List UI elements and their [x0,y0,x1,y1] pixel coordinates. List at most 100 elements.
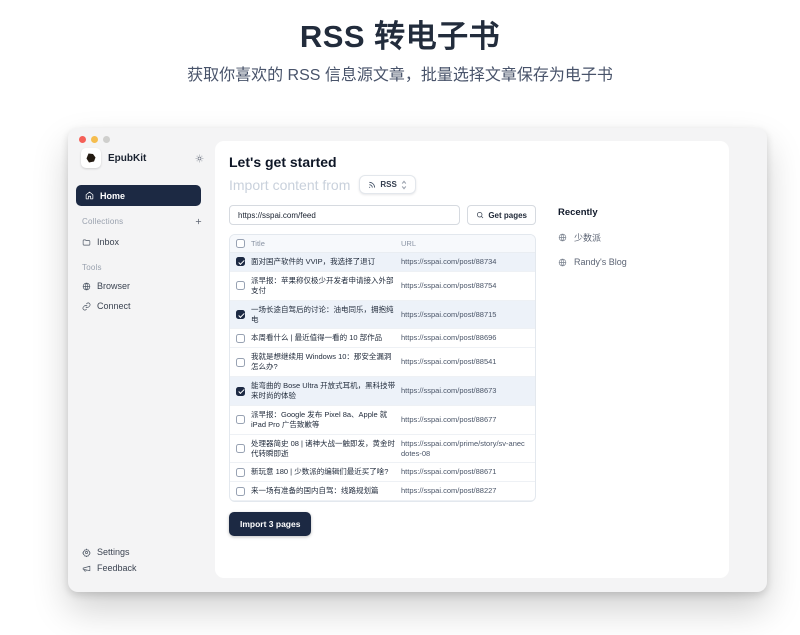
column-header-title: Title [251,239,401,249]
sidebar-item-settings[interactable]: Settings [82,547,130,557]
import-button[interactable]: Import 3 pages [229,512,311,536]
row-checkbox[interactable] [236,358,245,367]
article-title: 本周看什么 | 最近值得一看的 10 部作品 [251,333,401,343]
sidebar-item-label: Settings [97,547,130,557]
main-heading: Let's get started [229,154,715,170]
article-title: 处理器简史 08 | 诸神大战一触即发，黄金时代转瞬即逝 [251,439,401,459]
recently-item-label: Randy's Blog [574,257,627,267]
column-header-url: URL [401,239,535,249]
article-title: 能弯曲的 Bose Ultra 开放式耳机，黑科技带来时尚的体验 [251,381,401,401]
article-url: https://sspai.com/post/88541 [401,357,535,367]
sidebar-item-label: Browser [97,281,130,291]
import-column: Get pages Title URL 面对国产软件的 VVIP，我选择了退订h… [229,205,536,536]
article-table: Title URL 面对国产软件的 VVIP，我选择了退订https://ssp… [229,234,536,502]
add-collection-button[interactable] [194,217,203,226]
content-row: Get pages Title URL 面对国产软件的 VVIP，我选择了退订h… [229,205,715,536]
feed-input-row: Get pages [229,205,536,225]
article-url: https://sspai.com/post/88696 [401,333,535,343]
sidebar: EpubKit Home Collections Inbox Tools [68,128,215,592]
main-panel: Let's get started Import content from RS… [215,141,729,578]
sidebar-item-browser[interactable]: Browser [82,281,130,291]
recently-panel: Recently 少数派 Randy's Blog [558,205,627,536]
collections-section: Collections [82,217,203,226]
sidebar-item-label: Feedback [97,563,137,573]
source-selector-label: RSS [380,180,396,189]
table-row[interactable]: 能弯曲的 Bose Ultra 开放式耳机，黑科技带来时尚的体验https://… [230,377,535,406]
article-url: https://sspai.com/post/88677 [401,415,535,425]
home-icon [85,191,94,200]
row-checkbox[interactable] [236,444,245,453]
sidebar-item-label: Inbox [97,237,119,247]
row-checkbox[interactable] [236,387,245,396]
article-title: 一场长途自驾后的讨论：油电同乐，拥抱纯电 [251,305,401,325]
megaphone-icon [82,564,91,573]
article-url: https://sspai.com/post/88734 [401,257,535,267]
folder-icon [82,238,91,247]
import-source-row: Import content from RSS [229,175,715,194]
row-checkbox[interactable] [236,281,245,290]
table-row[interactable]: 派早报：苹果称仅极少开发者申请接入外部支付https://sspai.com/p… [230,272,535,301]
link-icon [82,302,91,311]
article-title: 派早报：苹果称仅极少开发者申请接入外部支付 [251,276,401,296]
article-title: 我就是想继续用 Windows 10：那安全漏洞怎么办? [251,352,401,372]
row-checkbox[interactable] [236,487,245,496]
app-logo [81,148,101,168]
main-subheading: Import content from [229,177,350,193]
sidebar-item-feedback[interactable]: Feedback [82,563,137,573]
table-row[interactable]: 本周看什么 | 最近值得一看的 10 部作品https://sspai.com/… [230,329,535,348]
recently-item-label: 少数派 [574,231,601,244]
globe-icon [82,282,91,291]
table-header: Title URL [230,235,535,253]
table-row[interactable]: 新玩意 180 | 少数派的编辑们最近买了啥?https://sspai.com… [230,463,535,482]
sidebar-item-home[interactable]: Home [76,185,201,206]
article-url: https://sspai.com/post/88673 [401,386,535,396]
sidebar-item-label: Connect [97,301,131,311]
row-checkbox[interactable] [236,257,245,266]
get-pages-label: Get pages [488,211,527,220]
chevron-up-down-icon [401,180,407,190]
select-all-checkbox[interactable] [236,239,245,248]
theme-toggle-icon[interactable] [195,154,204,163]
gear-icon [82,548,91,557]
article-title: 来一场有准备的国内自驾：线路规划篇 [251,486,401,496]
table-row[interactable]: 面对国产软件的 VVIP，我选择了退订https://sspai.com/pos… [230,253,535,272]
table-row[interactable]: 处理器简史 08 | 诸神大战一触即发，黄金时代转瞬即逝https://sspa… [230,435,535,464]
page-subtitle: 获取你喜欢的 RSS 信息源文章，批量选择文章保存为电子书 [0,61,800,85]
recently-item[interactable]: Randy's Blog [558,257,627,267]
app-name: EpubKit [108,153,146,164]
row-checkbox[interactable] [236,415,245,424]
article-url: https://sspai.com/post/88671 [401,467,535,477]
table-row[interactable]: 来一场有准备的国内自驾：线路规划篇https://sspai.com/post/… [230,482,535,501]
feed-url-input[interactable] [229,205,460,225]
get-pages-button[interactable]: Get pages [467,205,536,225]
globe-icon [558,233,567,242]
globe-icon [558,258,567,267]
collections-label: Collections [82,217,123,226]
epubkit-logo-icon [85,152,97,164]
table-row[interactable]: 一场长途自驾后的讨论：油电同乐，拥抱纯电https://sspai.com/po… [230,301,535,330]
sidebar-header: EpubKit [81,148,204,168]
article-url: https://sspai.com/prime/story/sv-anecdot… [401,439,535,459]
row-checkbox[interactable] [236,468,245,477]
row-checkbox[interactable] [236,310,245,319]
plus-icon [194,217,203,226]
rss-icon [368,181,376,189]
article-title: 新玩意 180 | 少数派的编辑们最近买了啥? [251,467,401,477]
article-url: https://sspai.com/post/88754 [401,281,535,291]
tools-label: Tools [82,263,102,272]
article-url: https://sspai.com/post/88715 [401,310,535,320]
search-icon [476,211,484,219]
table-row[interactable]: 我就是想继续用 Windows 10：那安全漏洞怎么办?https://sspa… [230,348,535,377]
article-title: 派早报：Google 发布 Pixel 8a、Apple 就 iPad Pro … [251,410,401,430]
sidebar-item-connect[interactable]: Connect [82,301,131,311]
app-window: EpubKit Home Collections Inbox Tools [68,128,767,592]
article-table-body: 面对国产软件的 VVIP，我选择了退订https://sspai.com/pos… [230,253,535,501]
sidebar-item-inbox[interactable]: Inbox [82,237,119,247]
article-url: https://sspai.com/post/88227 [401,486,535,496]
source-selector[interactable]: RSS [359,175,415,194]
sidebar-item-label: Home [100,191,125,201]
row-checkbox[interactable] [236,334,245,343]
table-row[interactable]: 派早报：Google 发布 Pixel 8a、Apple 就 iPad Pro … [230,406,535,435]
recently-item[interactable]: 少数派 [558,231,627,244]
recently-heading: Recently [558,207,627,218]
